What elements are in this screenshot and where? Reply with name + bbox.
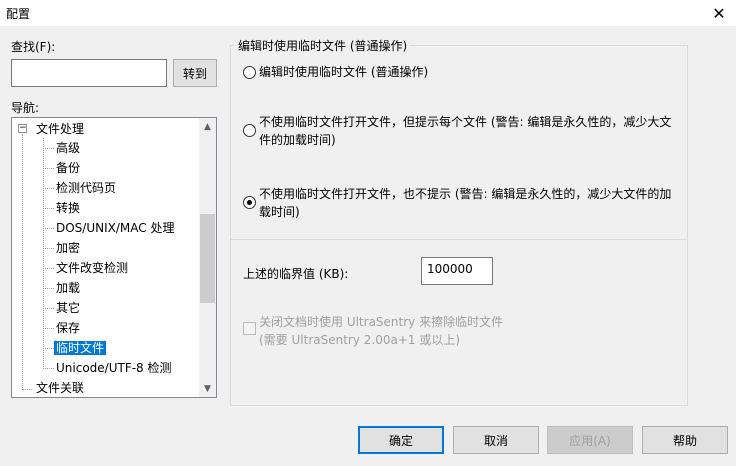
tree-connector — [43, 148, 54, 149]
tree-connector — [22, 389, 32, 390]
tree-item-label: 转换 — [56, 201, 81, 215]
tree-item-label: 文件改变检测 — [56, 261, 129, 275]
search-input[interactable] — [11, 59, 167, 87]
tree-item-convert[interactable]: 转换 — [56, 200, 80, 218]
tree-connector — [43, 208, 54, 209]
option-line: (需要 UltraSentry 2.00a+1 或以上) — [259, 333, 461, 347]
option-use-temp-label: 编辑时使用临时文件 (普通操作) — [259, 63, 428, 81]
group-separator — [231, 239, 687, 240]
tree-item-codepage[interactable]: 检测代码页 — [56, 180, 116, 198]
group-title: 编辑时使用临时文件 (普通操作) — [236, 37, 410, 54]
tree-item-label: 文件关联 — [36, 381, 85, 395]
nav-tree[interactable]: − 文件处理 高级 备份 检测代码页 转换 DOS/UNIX/MAC 处理 加密… — [11, 117, 217, 398]
tree-connector — [43, 188, 54, 189]
tree-connector — [43, 138, 44, 369]
tree-item-label: 备份 — [56, 161, 81, 175]
apply-button[interactable]: 应用(A) — [547, 426, 633, 454]
tree-item-label: 保存 — [56, 321, 81, 335]
tree-item-dos-unix-mac[interactable]: DOS/UNIX/MAC 处理 — [56, 220, 174, 238]
cancel-button[interactable]: 取消 — [453, 426, 539, 454]
tree-item-label: DOS/UNIX/MAC 处理 — [56, 221, 175, 235]
tree-item-advanced[interactable]: 高级 — [56, 140, 80, 158]
scroll-down-icon[interactable]: ▼ — [199, 380, 216, 397]
ultrasentry-checkbox[interactable] — [243, 322, 256, 335]
tree-item-label: Unicode/UTF-8 检测 — [56, 361, 172, 375]
option-line: 关闭文档时使用 UltraSentry 来擦除临时文件 — [259, 315, 504, 329]
close-icon[interactable]: ✕ — [702, 0, 736, 26]
tree-item-label: 文件处理 — [36, 122, 85, 136]
tree-connector — [43, 168, 54, 169]
tree-connector — [43, 288, 54, 289]
option-line: 不使用临时文件打开文件，也不提示 (警告: 编辑是永久性的，减少大文件的加 — [259, 187, 672, 201]
search-label: 查找(F): — [11, 40, 56, 54]
ok-button[interactable]: 确定 — [358, 426, 444, 454]
tree-item-label: 其它 — [56, 301, 81, 315]
tree-item-label: 高级 — [56, 141, 81, 155]
scroll-thumb[interactable] — [200, 214, 215, 303]
option-line: 编辑时使用临时文件 (普通操作) — [259, 65, 429, 79]
radio-no-temp-prompt[interactable] — [243, 124, 256, 137]
title-bar: 配置 ✕ — [0, 0, 736, 26]
tree-connector — [22, 134, 23, 390]
tree-connector — [43, 248, 54, 249]
tree-connector — [43, 268, 54, 269]
option-line: 不使用临时文件打开文件，但提示每个文件 (警告: 编辑是永久性的，减少大文 — [259, 115, 672, 129]
tree-item-temp-files[interactable]: 临时文件 — [54, 340, 107, 358]
tree-item-save[interactable]: 保存 — [56, 320, 80, 338]
tree-item-label: 临时文件 — [54, 341, 107, 355]
threshold-input[interactable]: 100000 — [421, 257, 493, 285]
radio-use-temp[interactable] — [243, 66, 256, 79]
option-no-temp-no-prompt-label: 不使用临时文件打开文件，也不提示 (警告: 编辑是永久性的，减少大文件的加 载时… — [259, 185, 671, 221]
tree-item-backup[interactable]: 备份 — [56, 160, 80, 178]
option-no-temp-prompt-label: 不使用临时文件打开文件，但提示每个文件 (警告: 编辑是永久性的，减少大文 件的… — [259, 113, 671, 149]
tree-item-unicode-detection[interactable]: Unicode/UTF-8 检测 — [56, 360, 172, 378]
tree-item-file-associations[interactable]: 文件关联 — [36, 380, 85, 397]
nav-label: 导航: — [11, 101, 40, 115]
tree-connector — [43, 308, 54, 309]
threshold-label: 上述的临界值 (KB): — [243, 267, 349, 281]
tree-item-label: 加密 — [56, 241, 81, 255]
tree-connector — [43, 348, 54, 349]
tree-item-other[interactable]: 其它 — [56, 300, 80, 318]
config-dialog: 配置 ✕ 查找(F): 转到 导航: − 文件处理 高级 备份 检测代码页 转换… — [0, 0, 736, 466]
scroll-up-icon[interactable]: ▲ — [199, 118, 216, 135]
tree-item-file-change-detection[interactable]: 文件改变检测 — [56, 260, 128, 278]
tree-item-file-handling[interactable]: 文件处理 — [36, 121, 84, 139]
tree-item-encryption[interactable]: 加密 — [56, 240, 80, 258]
tree-scrollbar[interactable]: ▲ ▼ — [199, 118, 216, 397]
window-title: 配置 — [6, 7, 31, 21]
collapse-icon[interactable]: − — [18, 124, 27, 133]
option-line: 载时间) — [259, 205, 300, 219]
tree-item-load[interactable]: 加载 — [56, 280, 80, 298]
tree-connector — [43, 228, 54, 229]
tree-connector — [43, 368, 54, 369]
tree-item-label: 加载 — [56, 281, 81, 295]
tree-item-label: 检测代码页 — [56, 181, 117, 195]
ultrasentry-label: 关闭文档时使用 UltraSentry 来擦除临时文件 (需要 UltraSen… — [259, 313, 503, 349]
help-button[interactable]: 帮助 — [642, 426, 728, 454]
option-line: 件的加载时间) — [259, 133, 336, 147]
goto-button[interactable]: 转到 — [173, 59, 217, 87]
temp-files-group — [230, 45, 688, 406]
radio-no-temp-no-prompt[interactable] — [243, 196, 256, 209]
tree-connector — [43, 328, 54, 329]
